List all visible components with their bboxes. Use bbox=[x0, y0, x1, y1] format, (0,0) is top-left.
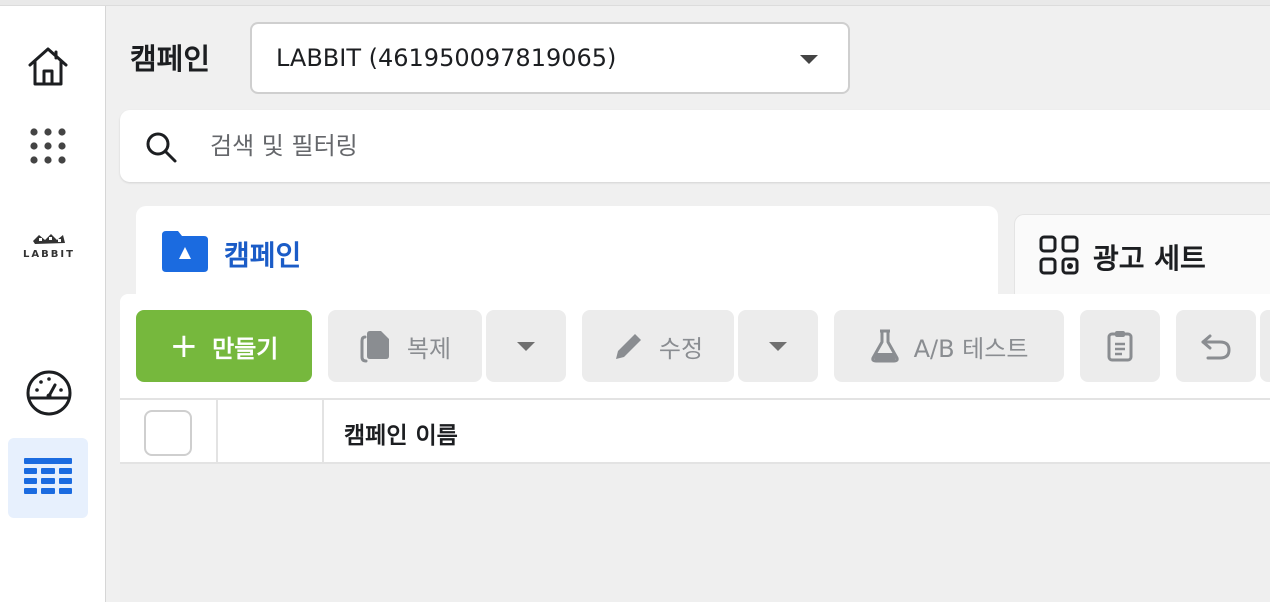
home-icon[interactable] bbox=[22, 40, 74, 92]
clipboard-icon bbox=[1107, 331, 1133, 362]
undo-icon bbox=[1201, 334, 1231, 360]
undo-button[interactable] bbox=[1176, 310, 1256, 382]
folder-icon bbox=[162, 231, 208, 272]
ab-test-button-label: A/B 테스트 bbox=[913, 334, 1029, 363]
select-all-checkbox[interactable] bbox=[144, 410, 192, 456]
duplicate-icon bbox=[360, 331, 389, 363]
ab-test-button[interactable]: A/B 테스트 bbox=[834, 310, 1064, 382]
edit-button-label: 수정 bbox=[658, 334, 704, 363]
table-header: 캠페인 이름 bbox=[120, 398, 1270, 464]
grid-icon bbox=[1039, 235, 1079, 275]
tab-adset-label: 광고 세트 bbox=[1093, 242, 1206, 275]
campaign-panel: + 만들기 복제 수정 A/B 테스트 캠페인 이름 bbox=[120, 294, 1270, 602]
labbit-logo[interactable]: LABBIT bbox=[14, 224, 84, 268]
column-divider bbox=[216, 400, 218, 462]
tab-adset[interactable]: 광고 세트 bbox=[1014, 214, 1270, 294]
page-title: 캠페인 bbox=[130, 42, 211, 76]
chevron-down-icon bbox=[517, 341, 535, 351]
search-input[interactable] bbox=[210, 128, 1110, 164]
plus-icon: + bbox=[169, 326, 199, 366]
table-icon[interactable] bbox=[8, 438, 88, 518]
chevron-down-icon bbox=[800, 55, 818, 64]
account-selector[interactable]: LABBIT (461950097819065) bbox=[250, 22, 850, 94]
sidebar: LABBIT bbox=[0, 6, 106, 602]
gauge-icon[interactable] bbox=[22, 366, 76, 420]
clipboard-button[interactable] bbox=[1080, 310, 1160, 382]
tab-campaign-label: 캠페인 bbox=[224, 239, 302, 272]
column-divider[interactable] bbox=[322, 400, 324, 462]
logo-text: LABBIT bbox=[23, 249, 75, 260]
account-selector-value: LABBIT (461950097819065) bbox=[276, 44, 617, 72]
table-body bbox=[120, 464, 1270, 602]
column-header-campaign-name[interactable]: 캠페인 이름 bbox=[344, 416, 458, 450]
labbit-logo-mark-icon bbox=[33, 234, 65, 244]
search-icon bbox=[146, 132, 177, 163]
create-button[interactable]: + 만들기 bbox=[136, 310, 312, 382]
pencil-icon bbox=[615, 334, 641, 359]
tab-campaign[interactable]: 캠페인 bbox=[136, 206, 998, 306]
apps-grid-icon[interactable] bbox=[22, 120, 74, 172]
search-bar bbox=[120, 110, 1270, 182]
edit-dropdown-button[interactable] bbox=[738, 310, 818, 382]
edit-button[interactable]: 수정 bbox=[582, 310, 734, 382]
chevron-down-icon bbox=[769, 341, 787, 351]
duplicate-button[interactable]: 복제 bbox=[328, 310, 482, 382]
flask-icon bbox=[870, 329, 899, 363]
window-top-border bbox=[0, 0, 1270, 6]
more-toolbar-button[interactable] bbox=[1260, 310, 1270, 382]
create-button-label: 만들기 bbox=[212, 334, 279, 363]
duplicate-dropdown-button[interactable] bbox=[486, 310, 566, 382]
duplicate-button-label: 복제 bbox=[406, 334, 452, 363]
